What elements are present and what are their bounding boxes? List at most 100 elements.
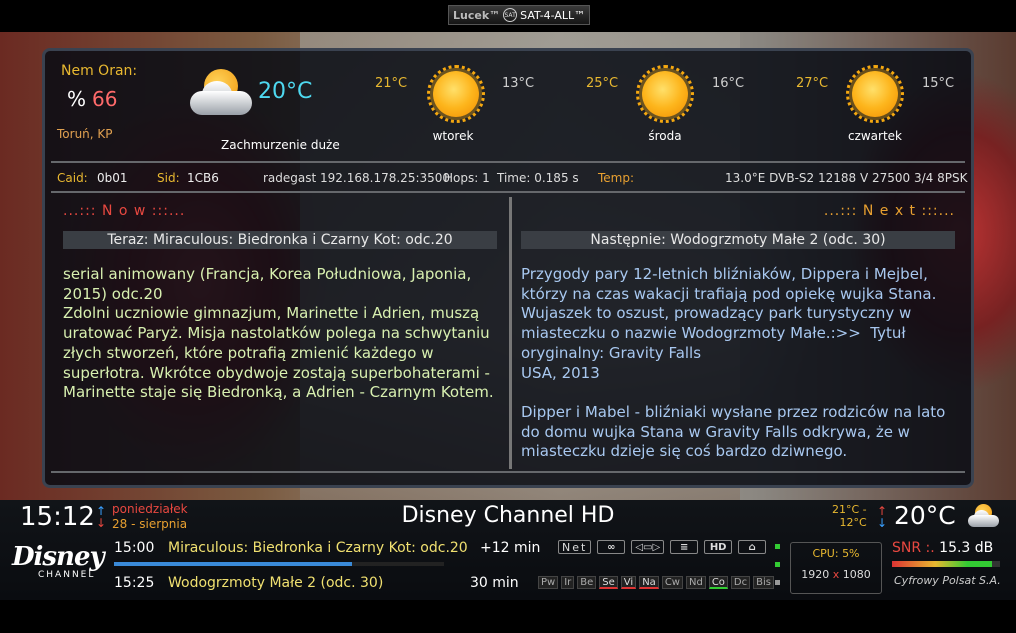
- next-header: ...::: N e x t :::...: [823, 203, 955, 219]
- flag-bis: Bis: [753, 576, 774, 589]
- cam-flags: Pw Ir Be Se Vi Na Cw Nd Co Dc Bis: [538, 576, 774, 589]
- progress-fill: [114, 562, 352, 566]
- res-width: 1920: [801, 568, 830, 581]
- sid-value: 1CB6: [187, 171, 219, 185]
- humidity-value: 66: [92, 87, 118, 111]
- weather-location: Toruń, KP: [57, 127, 113, 141]
- forecast-day: środa: [648, 129, 682, 143]
- tech-info-line: Caid: 0b01 Sid: 1CB6 radegast 192.168.17…: [57, 171, 968, 187]
- cpu-value: 5%: [842, 547, 860, 560]
- cam-server: radegast 192.168.178.25:3500: [263, 171, 451, 185]
- next-event-title: Następnie: Wodogrzmoty Małe 2 (odc. 30): [521, 231, 955, 249]
- next-event-time: 15:25: [114, 575, 155, 591]
- cam-time: Time: 0.185 s: [497, 171, 579, 185]
- cam-hops: Hops: 1: [444, 171, 490, 185]
- flag-cw: Cw: [661, 576, 683, 589]
- tuner-info: 13.0°E DVB-S2 12188 V 27500 3/4 8PSK: [725, 171, 968, 185]
- sun-icon: [636, 65, 694, 123]
- next-event-description: Przygody pary 12-letnich bliźniaków, Dip…: [521, 265, 946, 461]
- forecast-hi-temp: 21°C: [375, 76, 408, 91]
- logo-text: Disney: [12, 542, 105, 572]
- forecast-lo-temp: 16°C: [712, 76, 745, 91]
- widescreen-icon: ◁▭▷: [631, 540, 665, 554]
- divider: [51, 161, 965, 163]
- temp-range: 21°C - 12°C: [832, 503, 867, 529]
- cpu-resolution-box: CPU: 5% 1920 x 1080: [790, 542, 882, 594]
- weather-city-label: Nem Oran:: [61, 63, 138, 79]
- current-event-remaining: +12 min: [480, 540, 541, 556]
- hd-icon: HD: [704, 540, 733, 554]
- info-panel: Nem Oran: % 66 Toruń, KP 20°C Zachmurzeni…: [42, 48, 974, 488]
- flag-be: Be: [577, 576, 597, 589]
- current-temperature: 20°C: [258, 79, 313, 104]
- status-dot-icon: [775, 562, 780, 567]
- snr: SNR :. 15.3 dB: [892, 540, 993, 556]
- sid-label: Sid:: [157, 171, 180, 185]
- channel-infobar: 15:12 ↑ ↓ poniedziałek 28 - sierpnia Disn…: [0, 500, 1016, 600]
- next-event-title: Wodogrzmoty Małe 2 (odc. 30): [168, 575, 384, 591]
- snr-label: SNR :.: [892, 540, 935, 556]
- current-event-title: Miraculous: Biedronka i Czarny Kot: odc.…: [168, 540, 468, 556]
- flag-co: Co: [708, 576, 728, 589]
- temp-low: 12°C: [839, 516, 867, 529]
- temp-high: 21°C -: [832, 503, 867, 516]
- day-name: poniedziałek: [112, 502, 188, 516]
- now-event-description: serial animowany (Francja, Korea Południ…: [63, 265, 494, 402]
- lock-icon: ⌂: [738, 540, 767, 554]
- channel-logo: Disney CHANNEL: [12, 542, 105, 584]
- sun-icon: [846, 65, 904, 123]
- up-down-arrows-icon: ↑ ↓: [96, 504, 107, 530]
- humidity: % 66: [67, 87, 117, 111]
- cpu-label: CPU:: [812, 547, 839, 560]
- infobar-temperature: 20°C: [894, 501, 956, 530]
- network-icon: Net: [558, 540, 592, 554]
- snr-bar: [892, 561, 1000, 567]
- caid-value: 0b01: [97, 171, 128, 185]
- status-dot-icon: [775, 544, 780, 549]
- partly-cloudy-icon: [968, 504, 1000, 528]
- clock: 15:12: [20, 502, 95, 532]
- flag-vi: Vi: [620, 576, 637, 589]
- forecast-hi-temp: 27°C: [796, 76, 829, 91]
- forecast-day: czwartek: [847, 129, 903, 143]
- divider: [51, 191, 965, 193]
- now-event-title: Teraz: Miraculous: Biedronka i Czarny Ko…: [63, 231, 497, 249]
- status-dot-icon: [775, 580, 780, 585]
- flag-dc: Dc: [730, 576, 751, 589]
- flag-nd: Nd: [685, 576, 706, 589]
- divider: [51, 471, 965, 473]
- date: 28 - sierpnia: [112, 517, 188, 531]
- flag-na: Na: [639, 576, 659, 589]
- flag-pw: Pw: [538, 576, 559, 589]
- res-height: 1080: [842, 568, 871, 581]
- channel-name: Disney Channel HD: [401, 503, 615, 528]
- caid-label: Caid:: [57, 171, 88, 185]
- snr-bar-empty: [992, 561, 1000, 567]
- brand-suffix: SAT-4-ALL™: [520, 8, 586, 22]
- top-bar: Lucek™ SAT SAT-4-ALL™: [0, 0, 1016, 32]
- partly-cloudy-icon: [190, 69, 254, 117]
- dolby-icon: ∞: [597, 540, 626, 554]
- next-event-remaining: 30 min: [470, 575, 519, 591]
- temp-arrows-icon: ↑ ↓: [877, 504, 888, 530]
- current-weather-desc: Zachmurzenie duże: [221, 138, 340, 152]
- humidity-symbol: %: [67, 87, 87, 111]
- forecast-day: wtorek: [432, 129, 474, 143]
- logo-subtext: CHANNEL: [38, 570, 96, 580]
- res-x: x: [832, 568, 840, 581]
- column-divider: [509, 197, 512, 469]
- sat-logo-icon: SAT: [503, 8, 518, 22]
- sun-icon: [427, 65, 485, 123]
- now-header: ...::: N o w :::...: [63, 203, 186, 219]
- stream-status-icons: Net ∞ ◁▭▷ ≡ HD ⌂: [558, 540, 767, 554]
- event-progress-bar: [114, 562, 444, 566]
- flag-ir: Ir: [561, 576, 575, 589]
- flag-se: Se: [599, 576, 618, 589]
- forecast-hi-temp: 25°C: [586, 76, 619, 91]
- teletext-icon: ≡: [670, 540, 699, 554]
- skin-brand-badge: Lucek™ SAT SAT-4-ALL™: [448, 5, 591, 25]
- provider-name: Cyfrowy Polsat S.A.: [894, 574, 1001, 587]
- forecast-lo-temp: 15°C: [922, 76, 955, 91]
- forecast-lo-temp: 13°C: [502, 76, 535, 91]
- temp-label: Temp:: [598, 171, 635, 185]
